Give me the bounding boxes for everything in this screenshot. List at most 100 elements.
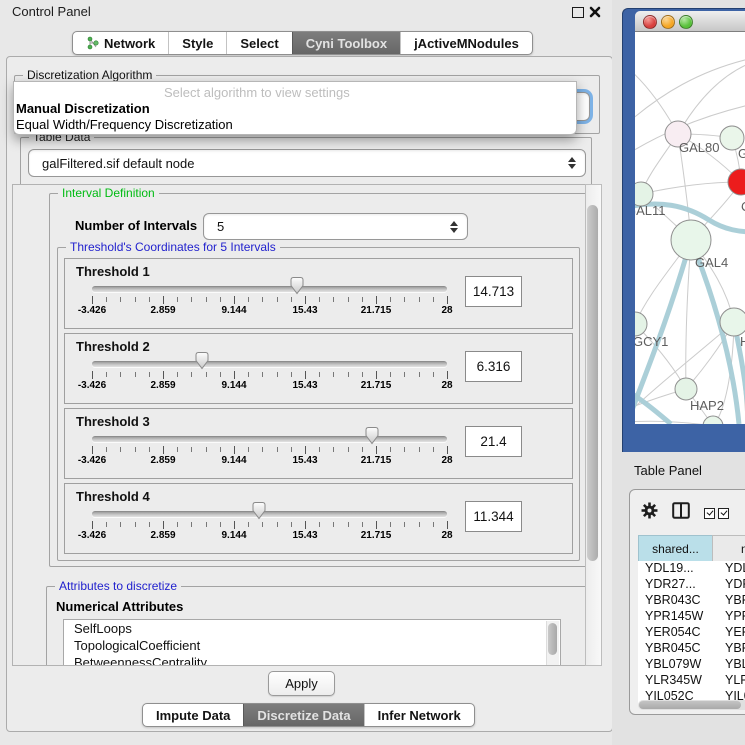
apply-button[interactable]: Apply [268, 671, 335, 696]
slider-tick [390, 372, 391, 377]
panel-scrollbar[interactable] [585, 184, 602, 666]
attribute-list-item[interactable]: BetweennessCentrality [64, 654, 560, 666]
slider-track[interactable] [92, 361, 447, 367]
slider-tick-label: 21.715 [361, 530, 392, 541]
slider-thumb[interactable] [193, 351, 211, 371]
slider-tick [177, 297, 178, 302]
tab-network[interactable]: Network [73, 32, 168, 54]
tab-discretize-data[interactable]: Discretize Data [243, 704, 363, 726]
close-icon[interactable] [589, 6, 601, 18]
table-row[interactable]: YBR043CYBR0 [638, 593, 745, 609]
panel-title: Control Panel [12, 4, 91, 19]
slider-tick [92, 446, 93, 454]
tab-jactivemnodules[interactable]: jActiveMNodules [400, 32, 532, 54]
table-row[interactable]: YBL079WYBL0 [638, 657, 745, 673]
threshold-label: Threshold 1 [76, 264, 150, 279]
table-row[interactable]: YDR27...YDR2 [638, 577, 745, 593]
numerical-attributes-list[interactable]: SelfLoopsTopologicalCoefficientBetweenne… [63, 619, 561, 666]
slider-tick [390, 297, 391, 302]
table-horizontal-scrollbar-thumb[interactable] [639, 701, 741, 709]
slider-tick [234, 296, 235, 304]
algorithm-option-equal-width[interactable]: Equal Width/Frequency Discretization [16, 117, 233, 132]
table-horizontal-scrollbar[interactable] [638, 700, 745, 710]
tab-style[interactable]: Style [168, 32, 226, 54]
slider-tick [177, 372, 178, 377]
slider-tick [277, 522, 278, 527]
slider-tick [177, 447, 178, 452]
table-data-combobox[interactable]: galFiltered.sif default node [28, 149, 586, 177]
slider-track[interactable] [92, 436, 447, 442]
slider-track[interactable] [92, 286, 447, 292]
slider-tick-label: 9.144 [221, 455, 246, 466]
top-tab-bar: NetworkStyleSelectCyni ToolboxjActiveMNo… [72, 31, 533, 55]
algorithm-option-manual[interactable]: Manual Discretization [16, 101, 150, 116]
slider-tick [149, 447, 150, 452]
number-of-intervals-combobox[interactable]: 5 [203, 213, 468, 240]
slider-tick [348, 522, 349, 527]
tab-impute-data[interactable]: Impute Data [143, 704, 243, 726]
slider-tick [404, 297, 405, 302]
slider-thumb[interactable] [363, 426, 381, 446]
slider-tick-label: 2.859 [150, 455, 175, 466]
slider-tick-label: -3.426 [78, 530, 106, 541]
slider-thumb[interactable] [250, 501, 268, 521]
attribute-list-item[interactable]: SelfLoops [64, 620, 560, 637]
table-row[interactable]: YLR345WYLR3 [638, 673, 745, 689]
close-traffic-light-icon[interactable] [643, 15, 657, 29]
slider-tick [447, 371, 448, 379]
slider-tick [248, 522, 249, 527]
threshold-value-field[interactable]: 14.713 [465, 276, 522, 307]
slider-tick [120, 372, 121, 377]
list-scrollbar[interactable] [546, 621, 559, 666]
column-header-name[interactable]: na [712, 535, 745, 562]
column-header-shared[interactable]: shared... [638, 535, 713, 562]
slider-tick [120, 447, 121, 452]
slider-tick [163, 371, 164, 379]
network-canvas[interactable]: GAL80GACGAL11GAL4GCY1HHAP2 [635, 32, 745, 424]
list-scrollbar-thumb[interactable] [548, 623, 557, 655]
network-graph[interactable]: GAL80GACGAL11GAL4GCY1HHAP2 [635, 32, 745, 424]
threshold-value-field[interactable]: 11.344 [465, 501, 522, 532]
network-window-titlebar[interactable] [635, 11, 745, 32]
slider-tick [319, 297, 320, 302]
slider-tick [291, 447, 292, 452]
checkbox-checked-icon[interactable] [704, 506, 732, 524]
tab-cyni-toolbox[interactable]: Cyni Toolbox [292, 32, 400, 54]
cell-shared-name: YBR045C [638, 641, 719, 657]
network-node-c[interactable] [728, 169, 745, 195]
slider-tick [362, 372, 363, 377]
network-node-hap2[interactable] [675, 378, 697, 400]
slider-tick [319, 447, 320, 452]
network-node-h[interactable] [720, 308, 745, 336]
gear-icon[interactable] [641, 502, 658, 519]
float-window-icon[interactable] [572, 7, 584, 18]
slider-tick [262, 447, 263, 452]
algorithm-dropdown-popup: Select algorithm to view settings Manual… [13, 81, 577, 135]
slider-tick [234, 446, 235, 454]
slider-track[interactable] [92, 511, 447, 517]
slider-tick [135, 297, 136, 302]
threshold-value-field[interactable]: 21.4 [465, 426, 522, 457]
network-node[interactable] [703, 416, 723, 424]
tab-infer-network[interactable]: Infer Network [364, 704, 474, 726]
network-node-gal4[interactable] [671, 220, 711, 260]
threshold-value-field[interactable]: 6.316 [465, 351, 522, 382]
slider-thumb[interactable] [288, 276, 306, 296]
slider-tick [248, 297, 249, 302]
table-row[interactable]: YER054CYER0 [638, 625, 745, 641]
panel-scrollbar-thumb[interactable] [587, 205, 598, 561]
tab-select[interactable]: Select [226, 32, 291, 54]
zoom-traffic-light-icon[interactable] [679, 15, 693, 29]
table-row[interactable]: YPR145WYPR1 [638, 609, 745, 625]
attribute-list-item[interactable]: TopologicalCoefficient [64, 637, 560, 654]
columns-icon[interactable] [672, 502, 690, 519]
minimize-traffic-light-icon[interactable] [661, 15, 675, 29]
slider-tick [220, 522, 221, 527]
network-node-gcy1[interactable] [635, 312, 647, 336]
table-row[interactable]: YBR045CYBR0 [638, 641, 745, 657]
slider-tick [305, 296, 306, 304]
slider-tick [362, 297, 363, 302]
slider-tick [135, 522, 136, 527]
table-row[interactable]: YDL19...YDL1 [638, 561, 745, 577]
table-panel-title: Table Panel [634, 463, 702, 478]
